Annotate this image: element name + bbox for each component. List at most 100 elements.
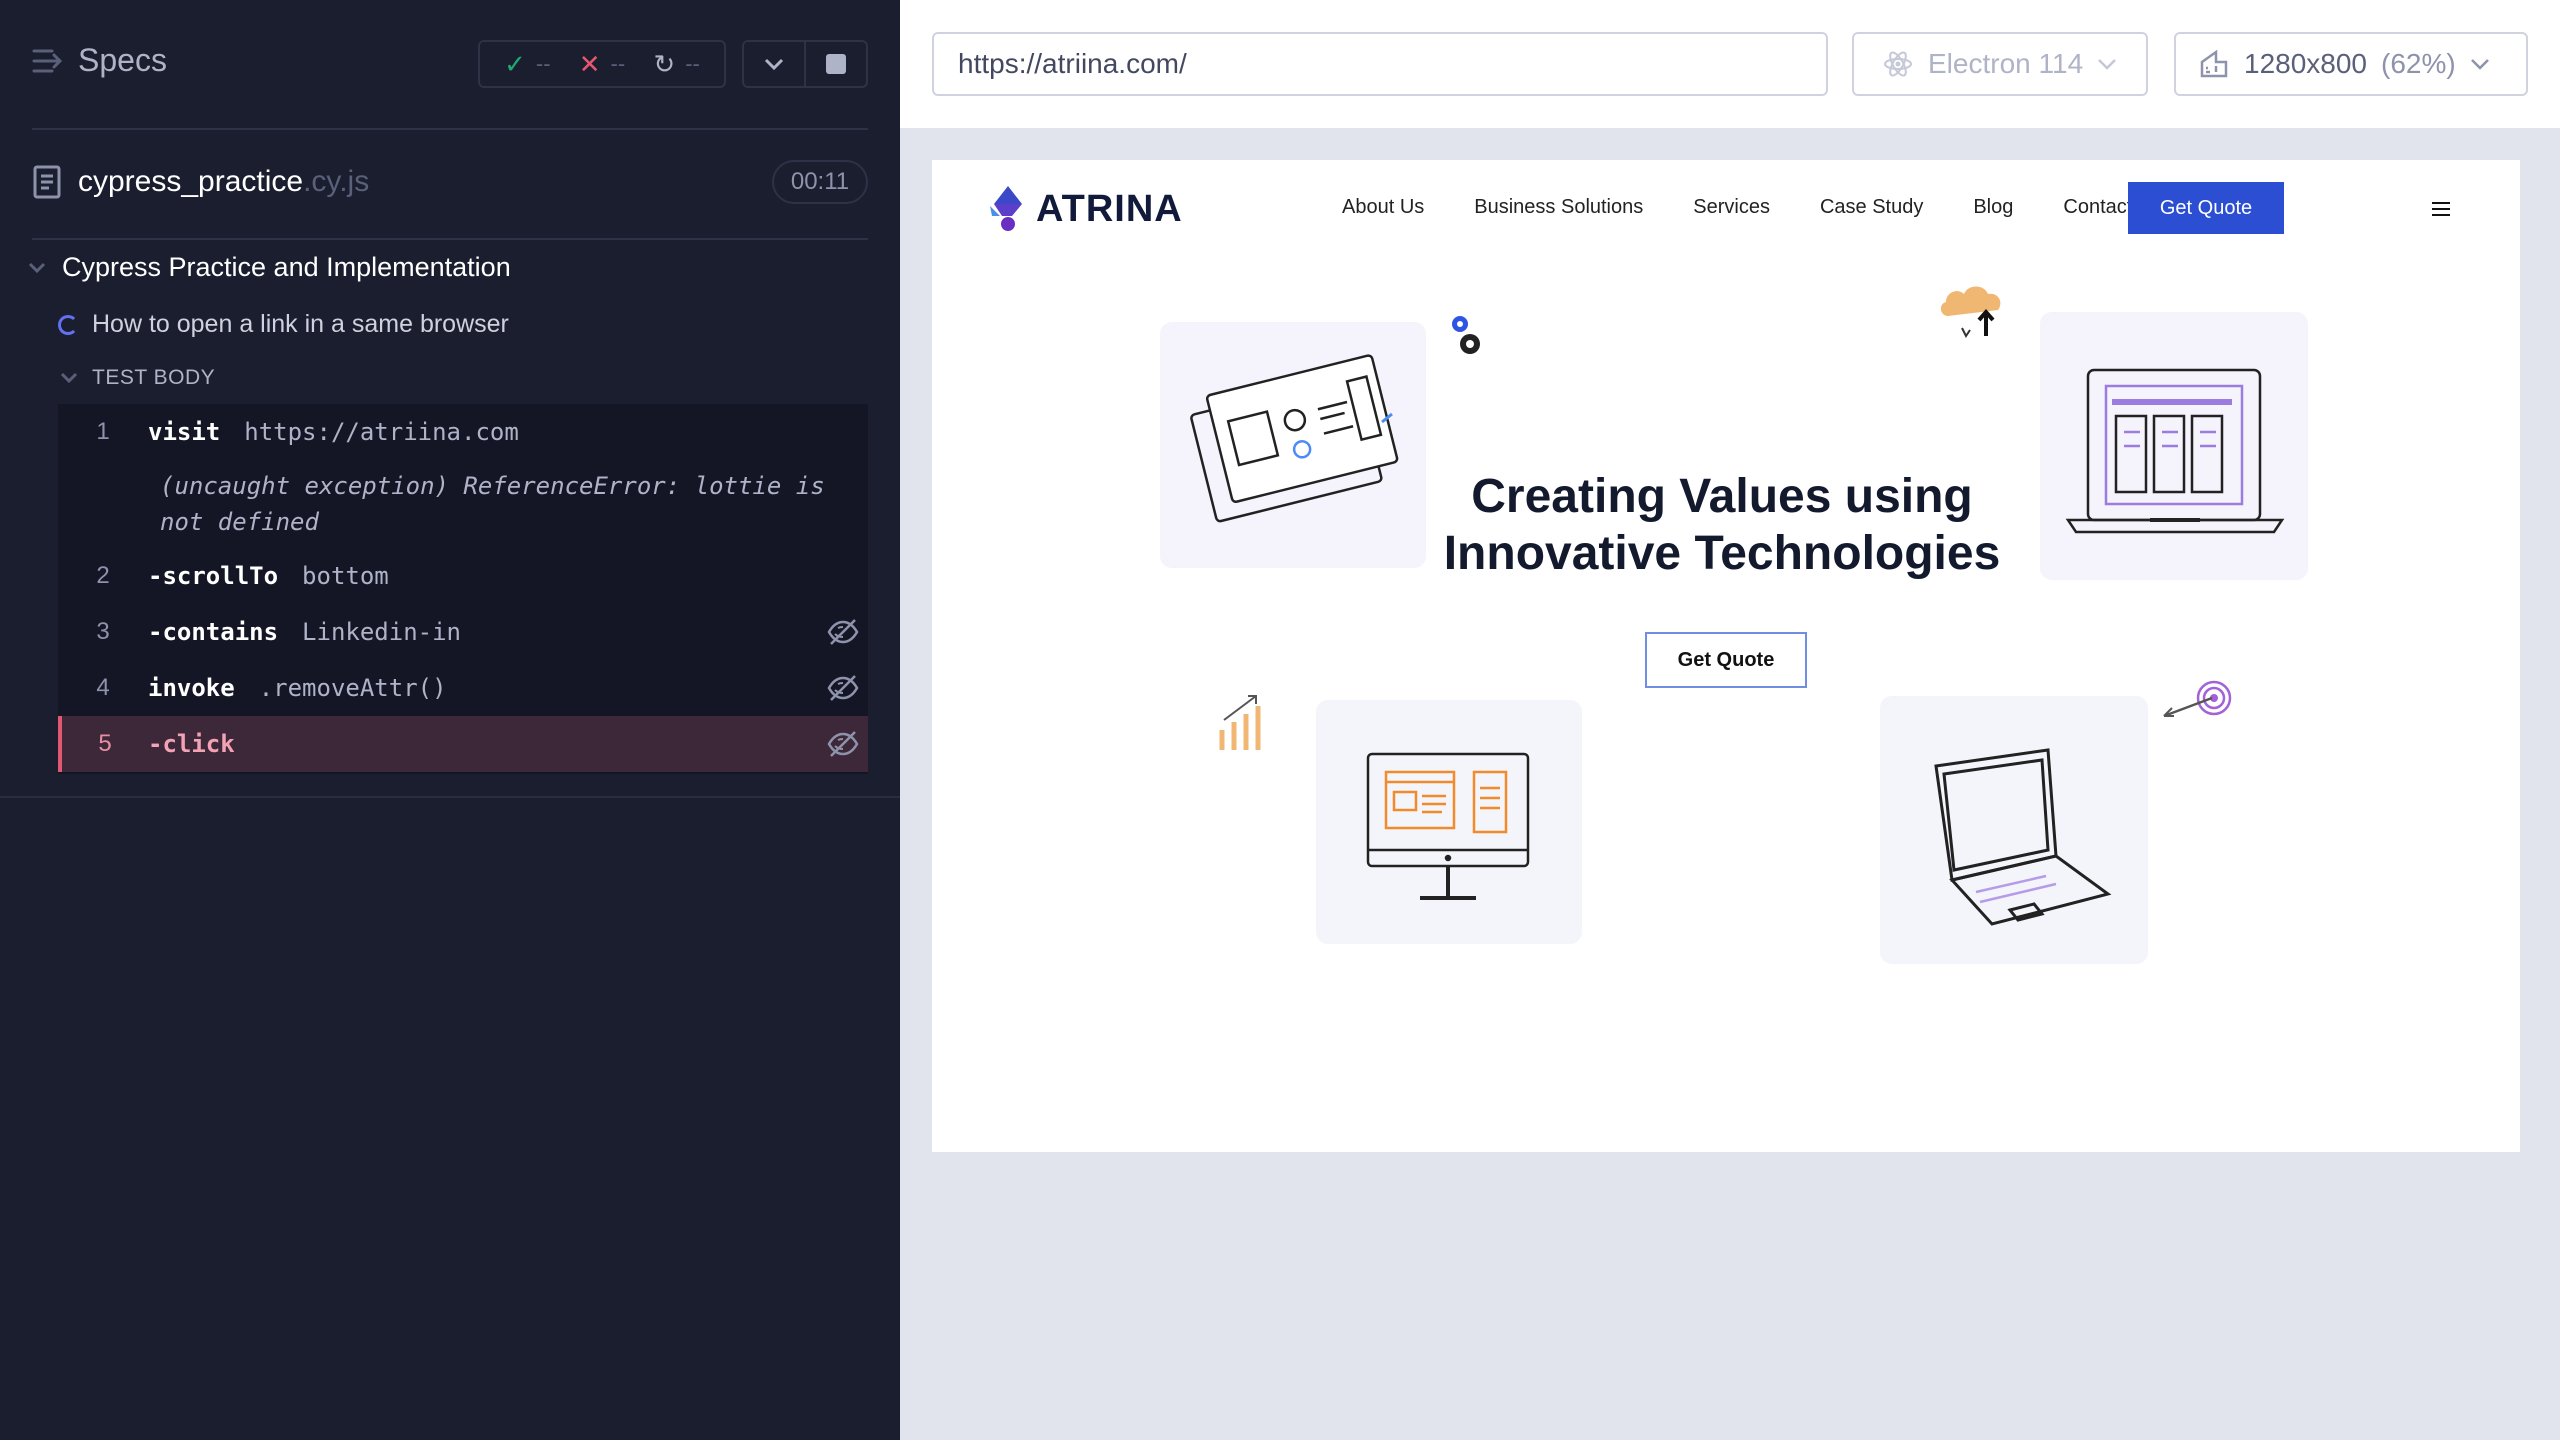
pending-stat: ↻ -- [653,49,699,80]
command-name: -scrollTo [148,562,279,590]
x-icon: ✕ [578,48,601,79]
command-name: -contains [148,618,279,646]
passed-stat: ✓ -- [504,49,550,80]
header-divider [32,128,868,130]
uncaught-exception-message[interactable]: (uncaught exception) ReferenceError: lot… [160,468,860,540]
nav-blog[interactable]: Blog [1973,196,2013,219]
electron-icon [1884,51,1912,77]
chevron-down-icon [2098,59,2117,70]
command-number: 5 [98,730,112,757]
hero-title: Creating Values using Innovative Technol… [1432,468,2012,582]
collapse-button[interactable] [742,40,806,88]
chevron-down-icon [2470,59,2489,70]
hero-get-quote-button[interactable]: Get Quote [1645,632,1807,688]
error-line: not defined [160,508,319,536]
viewport-size: 1280x800 [2244,48,2368,79]
specs-label: Specs [78,42,167,78]
command-message: .removeAttr() [258,674,447,702]
spec-file-header[interactable]: cypress_practice.cy.js [32,164,369,200]
chevron-down-icon [764,58,784,71]
test-body-label: TEST BODY [92,366,216,389]
test-stats: ✓ -- ✕ -- ↻ -- [478,40,726,88]
eye-slash-icon [827,619,859,645]
command-message: bottom [302,562,389,590]
site-logo[interactable]: ATRINA [988,184,1183,234]
hero-title-line: Creating Values using [1471,470,1973,523]
monitor-illustration [1366,752,1530,900]
pending-count: -- [685,51,700,76]
aut-header: https://atriina.com/ Electron 114 1280x8… [900,0,2560,128]
target-dart-icon [2163,680,2232,718]
reporter-bottom-divider [0,796,900,798]
suite-title: Cypress Practice and Implementation [62,252,511,282]
spec-file-name: cypress_practice [78,165,304,198]
laptop-dashboard-illustration-card [2040,312,2308,580]
failed-stat: ✕ -- [579,49,625,80]
spec-divider [32,238,868,240]
atrina-logo-icon [990,186,1022,231]
dashboard-illustration-card [1160,322,1426,568]
stop-button[interactable] [804,40,868,88]
command-number: 2 [96,562,110,589]
monitor-illustration-card [1316,700,1582,944]
eye-slash-icon [827,731,859,757]
specs-list-icon [32,49,63,72]
viewport-scale: (62%) [2381,48,2456,79]
test-row[interactable]: How to open a link in a same browser [58,310,509,339]
hero-title-line: Innovative Technologies [1443,527,2001,580]
spec-file-ext: .cy.js [303,165,370,198]
browser-name: Electron 114 [1928,48,2084,79]
command-row[interactable]: 3 -contains Linkedin-in [58,604,868,660]
command-number: 4 [96,674,110,701]
command-message: Linkedin-in [302,618,461,646]
ruler-icon [2200,49,2228,78]
get-quote-button[interactable]: Get Quote [2128,182,2284,234]
command-message: https://atriina.com [244,418,519,446]
error-line: (uncaught exception) ReferenceError: lot… [160,472,825,500]
command-number: 3 [96,618,110,645]
command-name: -click [148,730,235,758]
nav-services[interactable]: Services [1693,196,1770,219]
browser-selector[interactable]: Electron 114 [1852,32,2148,96]
viewport-selector[interactable]: 1280x800 (62%) [2174,32,2528,96]
failed-count: -- [610,51,626,76]
pending-icon: ↻ [653,48,676,79]
laptop-illustration-card [1880,696,2148,964]
aut-iframe[interactable]: ATRINA About Us Business Solutions Servi… [932,160,2520,1152]
cloud-upload-icon [1940,286,2001,338]
command-number: 1 [96,418,110,445]
gears-icon [1452,316,1480,354]
nav-about-us[interactable]: About Us [1342,196,1424,219]
running-spinner-icon [58,314,78,335]
command-row[interactable]: 2 -scrollTo bottom [58,548,868,604]
test-title: How to open a link in a same browser [92,310,509,338]
document-icon [33,165,61,199]
suite-row[interactable]: Cypress Practice and Implementation [28,252,511,283]
eye-slash-icon [827,675,859,701]
growth-chart-icon [1219,695,1261,750]
logo-text: ATRINA [1036,187,1183,230]
command-log: 1 visit https://atriina.com 2 -scrollTo … [58,404,868,774]
nav-case-study[interactable]: Case Study [1820,196,1923,219]
test-body-toggle[interactable]: TEST BODY [60,366,215,390]
url-bar[interactable]: https://atriina.com/ [932,32,1828,96]
run-duration: 00:11 [772,160,868,204]
passed-count: -- [535,51,551,76]
command-row[interactable]: 1 visit https://atriina.com [58,404,868,460]
site-nav: About Us Business Solutions Services Cas… [1342,196,2162,219]
chevron-down-icon [60,372,78,384]
laptop-illustration [2065,368,2285,534]
command-name: visit [148,418,221,446]
command-row-active[interactable]: 5 -click [58,716,868,772]
stop-icon [826,54,846,74]
hamburger-menu-icon[interactable] [2432,202,2450,220]
command-name: invoke [148,674,235,702]
command-row[interactable]: 4 invoke .removeAttr() [58,660,868,716]
specs-toggle[interactable]: Specs [32,42,167,79]
chevron-down-icon [28,262,46,273]
nav-business-solutions[interactable]: Business Solutions [1474,196,1643,219]
open-laptop-illustration [1934,748,2112,926]
reporter-panel: Specs ✓ -- ✕ -- ↻ -- cypress_practice.cy.js… [0,0,900,1440]
aut-panel: https://atriina.com/ Electron 114 1280x8… [900,0,2560,1440]
check-icon: ✓ [504,48,526,79]
